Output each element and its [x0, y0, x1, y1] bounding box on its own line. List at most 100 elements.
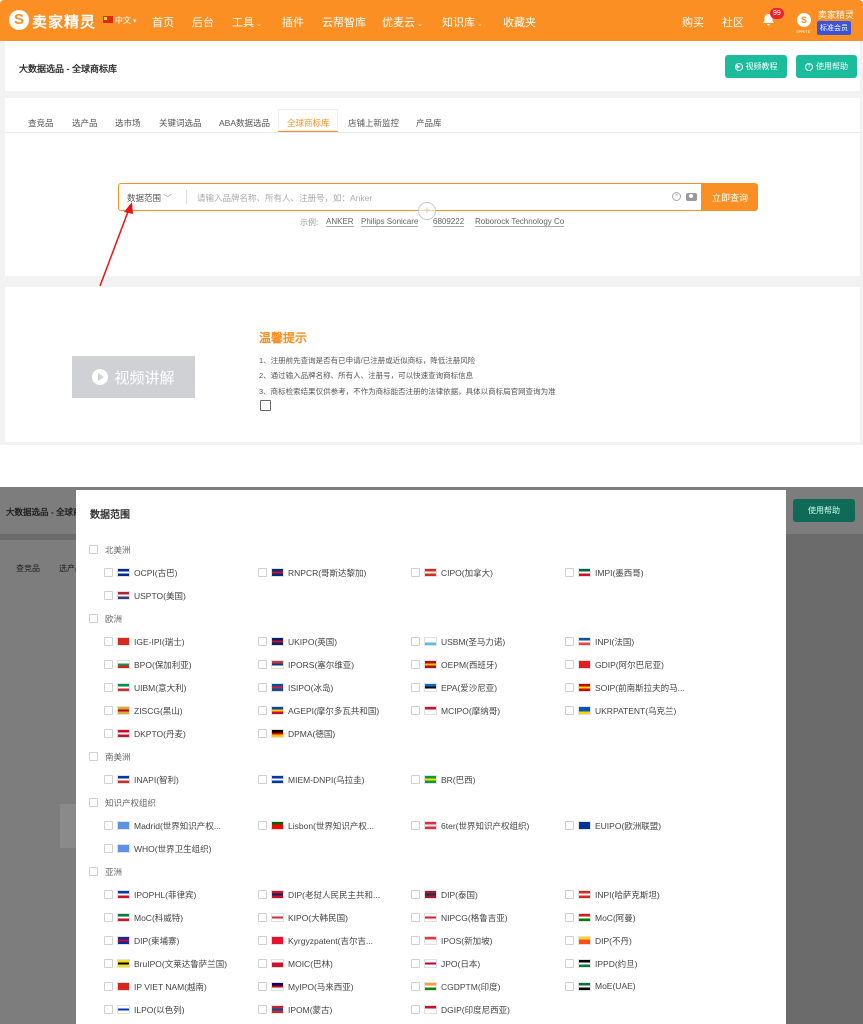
- office-checkbox[interactable]: [565, 568, 574, 577]
- office-label[interactable]: JPO(日本): [441, 958, 480, 970]
- tab-aba-selection[interactable]: ABA数据选品: [219, 117, 270, 129]
- office-label[interactable]: MIEM-DNPI(乌拉圭): [288, 774, 365, 786]
- office-checkbox[interactable]: [258, 890, 267, 899]
- example-link[interactable]: ANKER: [326, 217, 354, 227]
- office-checkbox[interactable]: [104, 591, 113, 600]
- office-checkbox[interactable]: [258, 683, 267, 692]
- office-label[interactable]: DGIP(印度尼西亚): [441, 1004, 510, 1016]
- nav-home[interactable]: 首页: [152, 14, 174, 30]
- office-label[interactable]: CIPO(加拿大): [441, 567, 493, 579]
- office-checkbox[interactable]: [411, 775, 420, 784]
- office-label[interactable]: ISIPO(冰岛): [288, 682, 333, 694]
- help-button[interactable]: ? 使用帮助: [796, 55, 857, 78]
- office-checkbox[interactable]: [104, 844, 113, 853]
- office-label[interactable]: MOIC(巴林): [288, 958, 333, 970]
- office-label[interactable]: WHO(世界卫生组织): [134, 843, 211, 855]
- office-checkbox[interactable]: [565, 706, 574, 715]
- office-checkbox[interactable]: [104, 890, 113, 899]
- office-label[interactable]: OCPI(古巴): [134, 567, 177, 579]
- nav-plugins[interactable]: 插件: [282, 14, 304, 30]
- office-label[interactable]: UIBM(意大利): [134, 682, 186, 694]
- office-label[interactable]: DIP(老挝人民民主共和...: [288, 889, 380, 901]
- office-checkbox[interactable]: [411, 1005, 420, 1014]
- office-checkbox[interactable]: [104, 637, 113, 646]
- office-checkbox[interactable]: [411, 982, 420, 991]
- tab-product-library[interactable]: 产品库: [416, 117, 442, 129]
- office-label[interactable]: AGEPI(摩尔多瓦共和国): [288, 705, 379, 717]
- office-checkbox[interactable]: [411, 913, 420, 922]
- tab-products[interactable]: 选产品: [72, 117, 98, 129]
- example-link[interactable]: Philips Sonicare: [361, 217, 419, 227]
- office-label[interactable]: SOIP(前南斯拉夫的马...: [595, 682, 685, 694]
- office-label[interactable]: UKIPO(英国): [288, 636, 337, 648]
- office-checkbox[interactable]: [104, 1005, 113, 1014]
- office-checkbox[interactable]: [411, 890, 420, 899]
- office-label[interactable]: EPA(爱沙尼亚): [441, 682, 497, 694]
- office-checkbox[interactable]: [104, 959, 113, 968]
- search-button[interactable]: 立即查询: [702, 183, 758, 211]
- office-checkbox[interactable]: [411, 683, 420, 692]
- search-input[interactable]: 请输入品牌名称、所有人、注册号，如：Anker: [197, 192, 372, 204]
- office-checkbox[interactable]: [411, 568, 420, 577]
- office-label[interactable]: KIPO(大韩民国): [288, 912, 348, 924]
- tab-markets[interactable]: 选市场: [115, 117, 141, 129]
- office-checkbox[interactable]: [258, 1005, 267, 1014]
- office-checkbox[interactable]: [104, 568, 113, 577]
- office-checkbox[interactable]: [565, 683, 574, 692]
- tab-global-trademark[interactable]: 全球商标库: [287, 117, 330, 129]
- office-label[interactable]: IP VIET NAM(越南): [134, 981, 207, 993]
- office-label[interactable]: ILPO(以色列): [134, 1004, 185, 1016]
- office-label[interactable]: CGDPTM(印度): [441, 981, 501, 993]
- office-label[interactable]: INPI(法国): [595, 636, 634, 648]
- office-label[interactable]: 6ter(世界知识产权组织): [441, 820, 529, 832]
- office-label[interactable]: Lisbon(世界知识产权...: [288, 820, 374, 832]
- group-checkbox[interactable]: [89, 545, 98, 554]
- office-label[interactable]: OEPM(西班牙): [441, 659, 497, 671]
- nav-tools[interactable]: 工具 ⌄: [232, 14, 262, 30]
- tab-competitors[interactable]: 查竞品: [28, 117, 54, 129]
- group-checkbox[interactable]: [89, 614, 98, 623]
- group-checkbox[interactable]: [89, 752, 98, 761]
- example-link[interactable]: 6809222: [433, 217, 465, 227]
- office-checkbox[interactable]: [565, 913, 574, 922]
- office-label[interactable]: Kyrgyzpatent(吉尔吉...: [288, 935, 373, 947]
- camera-icon[interactable]: [686, 193, 697, 201]
- office-checkbox[interactable]: [565, 821, 574, 830]
- seller-sprite-icon[interactable]: S: [797, 13, 811, 27]
- office-label[interactable]: EUIPO(欧洲联盟): [595, 820, 661, 832]
- office-checkbox[interactable]: [258, 660, 267, 669]
- office-checkbox[interactable]: [104, 706, 113, 715]
- office-label[interactable]: NIPCG(格鲁吉亚): [441, 912, 508, 924]
- office-label[interactable]: MoC(科威特): [134, 912, 183, 924]
- nav-community[interactable]: 社区: [722, 14, 744, 30]
- office-label[interactable]: MoE(UAE): [595, 981, 636, 991]
- office-checkbox[interactable]: [411, 706, 420, 715]
- office-checkbox[interactable]: [411, 637, 420, 646]
- office-label[interactable]: BruIPO(文莱达鲁萨兰国): [134, 958, 227, 970]
- office-label[interactable]: INAPI(智利): [134, 774, 179, 786]
- office-label[interactable]: MoC(阿曼): [595, 912, 636, 924]
- office-checkbox[interactable]: [258, 568, 267, 577]
- nav-yunbang[interactable]: 云帮智库: [322, 14, 366, 30]
- office-label[interactable]: IGE-IPI(瑞士): [134, 636, 185, 648]
- office-label[interactable]: IPOPHL(菲律宾): [134, 889, 196, 901]
- office-checkbox[interactable]: [104, 729, 113, 738]
- office-label[interactable]: ZISCG(黑山): [134, 705, 183, 717]
- office-label[interactable]: Madrid(世界知识产权...: [134, 820, 221, 832]
- group-checkbox[interactable]: [89, 867, 98, 876]
- office-checkbox[interactable]: [258, 775, 267, 784]
- office-label[interactable]: INPI(哈萨克斯坦): [595, 889, 660, 901]
- video-explain-button[interactable]: 视频讲解: [72, 356, 195, 398]
- office-checkbox[interactable]: [565, 936, 574, 945]
- office-label[interactable]: IPOS(新加坡): [441, 935, 492, 947]
- office-label[interactable]: DIP(泰国): [441, 889, 478, 901]
- office-label[interactable]: IPORS(塞尔维亚): [288, 659, 354, 671]
- office-label[interactable]: MCIPO(摩纳哥): [441, 705, 500, 717]
- nav-backend[interactable]: 后台: [192, 14, 214, 30]
- office-label[interactable]: DIP(不丹): [595, 935, 632, 947]
- office-label[interactable]: MyIPO(马来西亚): [288, 981, 354, 993]
- nav-favorites[interactable]: 收藏夹: [503, 14, 536, 30]
- office-checkbox[interactable]: [104, 982, 113, 991]
- office-label[interactable]: UKRPATENT(乌克兰): [595, 705, 676, 717]
- nav-knowledge[interactable]: 知识库 ⌄: [442, 14, 483, 30]
